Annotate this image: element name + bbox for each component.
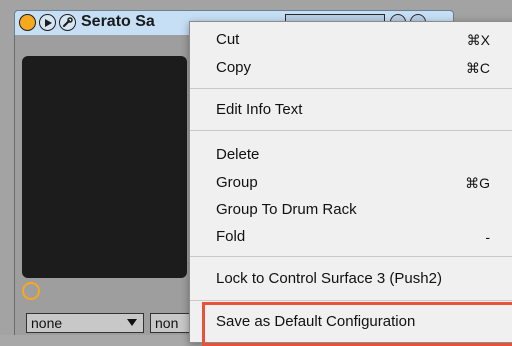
highlight-box [202, 302, 512, 346]
device-power-button[interactable] [19, 14, 36, 31]
menu-item-group[interactable]: Group ⌘G [190, 171, 512, 195]
play-icon [45, 18, 52, 27]
menu-item-shortcut: ⌘X [466, 32, 490, 48]
context-menu: Cut ⌘X Copy ⌘C Edit Info Text Delete Gro… [189, 21, 512, 346]
menu-item-shortcut: ⌘G [465, 175, 490, 191]
menu-item-label: Edit Info Text [216, 101, 303, 118]
menu-item-label: Group To Drum Rack [216, 201, 357, 218]
device-title: Serato Sa [81, 13, 155, 30]
play-button[interactable] [39, 14, 56, 31]
menu-item-label: Lock to Control Surface 3 (Push2) [216, 270, 442, 287]
menu-item-group-to-drum-rack[interactable]: Group To Drum Rack [190, 198, 512, 222]
menu-separator [190, 256, 512, 257]
menu-separator [190, 300, 512, 301]
menu-item-fold[interactable]: Fold - [190, 225, 512, 249]
select-2-value: non [155, 315, 179, 331]
menu-item-shortcut: - [485, 229, 490, 245]
menu-item-label: Copy [216, 59, 252, 76]
menu-item-lock-to-control-surface[interactable]: Lock to Control Surface 3 (Push2) [190, 267, 512, 291]
menu-item-shortcut: ⌘C [465, 60, 490, 76]
wrench-button[interactable] [59, 14, 76, 31]
menu-item-cut[interactable]: Cut ⌘X [190, 28, 512, 52]
chevron-down-icon [127, 319, 137, 326]
menu-item-copy[interactable]: Copy ⌘C [190, 56, 512, 80]
menu-item-label: Fold [216, 228, 246, 245]
menu-item-label: Delete [216, 146, 260, 163]
menu-item-edit-info-text[interactable]: Edit Info Text [190, 98, 512, 122]
menu-separator [190, 130, 512, 131]
menu-item-label: Group [216, 174, 258, 191]
select-1[interactable]: none [26, 313, 144, 333]
select-1-value: none [31, 315, 63, 331]
menu-separator [190, 88, 512, 89]
menu-item-label: Cut [216, 31, 240, 48]
xy-pad[interactable] [22, 56, 187, 278]
xy-pad-handle[interactable] [22, 282, 40, 300]
wrench-icon [62, 17, 73, 28]
menu-item-delete[interactable]: Delete [190, 143, 512, 167]
